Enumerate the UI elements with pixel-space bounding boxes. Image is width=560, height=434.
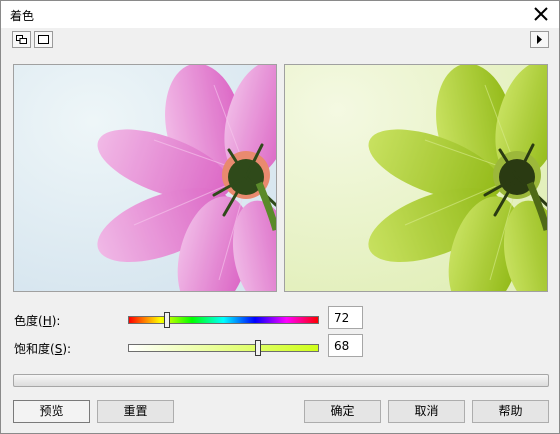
hue-slider-thumb[interactable] [163,312,170,328]
tinted-flower-image [285,65,547,291]
help-button[interactable]: 帮助 [472,400,549,423]
single-preview-button[interactable] [34,31,53,48]
saturation-label: 饱和度(S): [14,342,72,356]
original-flower-image [14,65,276,291]
dual-preview-icon [16,35,27,44]
progress-bar [13,374,549,387]
saturation-slider[interactable] [128,340,319,356]
close-icon [534,7,548,21]
dual-preview-button[interactable] [12,31,31,48]
play-arrow-icon [537,35,542,44]
preview-button[interactable]: 预览 [13,400,90,423]
hue-input[interactable]: 72 [328,306,363,329]
saturation-slider-thumb[interactable] [254,340,261,356]
hue-slider[interactable] [128,312,319,328]
original-preview [13,64,277,292]
close-button[interactable] [529,3,553,25]
hue-label: 色度(H): [14,314,61,328]
saturation-input[interactable]: 68 [328,334,363,357]
tint-dialog: 着色 色度(H): 72 饱和度(S): 68 预览 重置 确定 取消 帮助 [0,0,560,434]
tinted-preview [284,64,548,292]
expand-button[interactable] [530,31,549,48]
cancel-button[interactable]: 取消 [388,400,465,423]
ok-button[interactable]: 确定 [304,400,381,423]
reset-button[interactable]: 重置 [97,400,174,423]
title-bar: 着色 [1,1,559,28]
single-preview-icon [38,35,49,44]
dialog-title: 着色 [10,9,35,23]
